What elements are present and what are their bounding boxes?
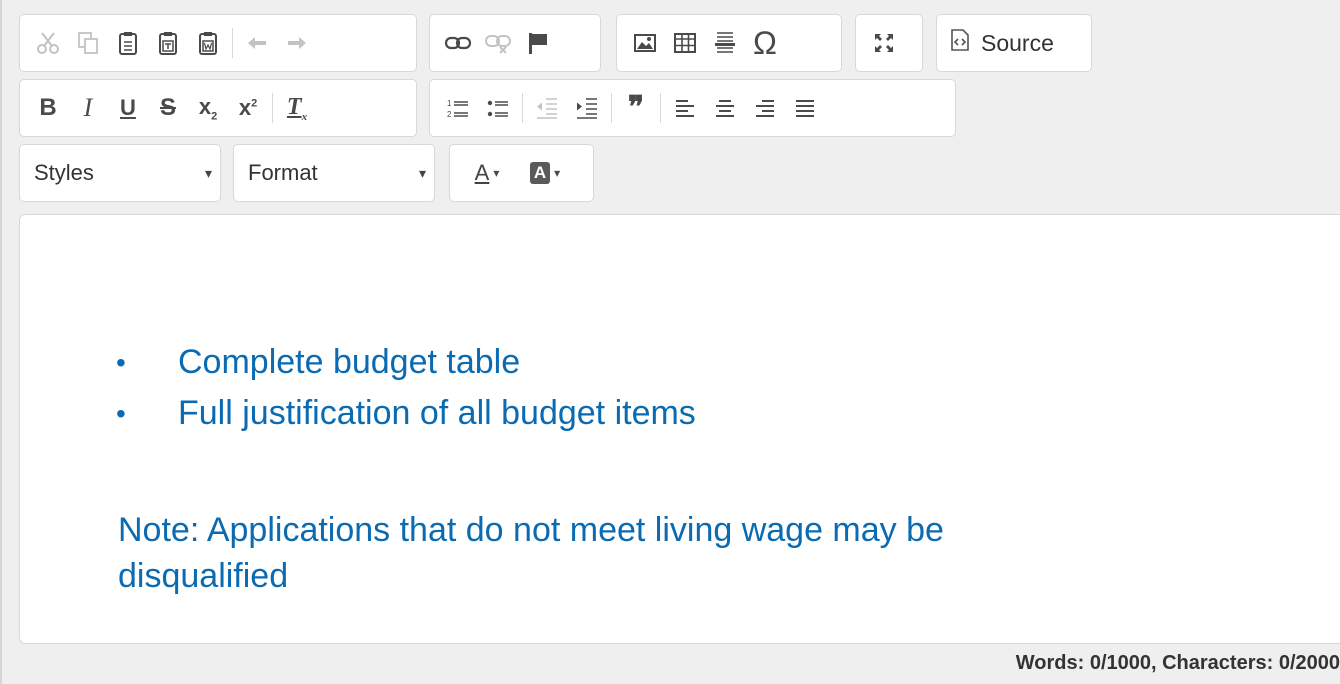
omega-glyph: Ω xyxy=(753,25,777,61)
toolbar-separator xyxy=(232,28,233,58)
editor-content-area[interactable]: • Complete budget table • Full justifica… xyxy=(19,214,1340,644)
format-combo-group: Format ▾ xyxy=(233,144,435,202)
underline-icon[interactable]: U xyxy=(108,86,148,130)
numbered-list-icon[interactable]: 12 xyxy=(438,86,478,130)
insert-toolbar-group: Ω xyxy=(616,14,842,72)
chevron-down-icon: ▾ xyxy=(493,166,500,180)
svg-text:1: 1 xyxy=(447,99,452,108)
list-item: • Complete budget table xyxy=(116,337,696,388)
styles-dropdown[interactable]: Styles ▾ xyxy=(20,151,220,195)
align-center-icon[interactable] xyxy=(705,86,745,130)
source-icon xyxy=(949,28,971,58)
clipboard-toolbar-group xyxy=(19,14,417,72)
chevron-down-icon: ▾ xyxy=(418,164,426,181)
format-dropdown[interactable]: Format ▾ xyxy=(234,151,434,195)
tools-toolbar-group xyxy=(855,14,923,72)
toolbar-separator xyxy=(660,93,661,123)
special-char-icon[interactable]: Ω xyxy=(745,21,785,65)
justify-icon[interactable] xyxy=(785,86,825,130)
decrease-indent-icon[interactable] xyxy=(527,86,567,130)
list-item-text: Complete budget table xyxy=(178,343,521,381)
text-color-button[interactable]: A ▾ xyxy=(458,151,516,195)
budget-bullet-list: • Complete budget table • Full justifica… xyxy=(116,337,696,439)
chevron-down-icon: ▾ xyxy=(554,166,561,180)
svg-text:2: 2 xyxy=(447,110,452,119)
table-icon[interactable] xyxy=(665,21,705,65)
toolbar-separator xyxy=(611,93,612,123)
subscript-icon[interactable]: x2 xyxy=(188,86,228,130)
document-toolbar-group: Source xyxy=(936,14,1092,72)
text-color-icon: A xyxy=(474,160,490,185)
styles-dropdown-label: Styles xyxy=(34,160,94,185)
word-count-status: Words: 0/1000, Characters: 0/2000 xyxy=(1015,652,1340,674)
colors-toolbar-group: A ▾ A ▾ xyxy=(449,144,594,202)
background-color-icon: A xyxy=(529,162,551,184)
paste-icon[interactable] xyxy=(108,21,148,65)
basicstyles-toolbar-group: B I U S x2 x2 Tx xyxy=(19,79,417,137)
chevron-down-icon: ▾ xyxy=(204,164,212,181)
source-button-label: Source xyxy=(981,29,1054,56)
list-item: • Full justification of all budget items xyxy=(116,388,696,439)
copy-icon[interactable] xyxy=(68,21,108,65)
link-icon[interactable] xyxy=(438,21,478,65)
paste-text-icon[interactable] xyxy=(148,21,188,65)
list-item-text: Full justification of all budget items xyxy=(178,394,696,432)
remove-format-icon[interactable]: Tx xyxy=(277,86,317,130)
anchor-icon[interactable] xyxy=(518,21,558,65)
blockquote-glyph: ❞ xyxy=(627,91,645,124)
horizontal-line-icon[interactable] xyxy=(705,21,745,65)
bullet-glyph: • xyxy=(116,398,126,429)
unlink-icon[interactable] xyxy=(478,21,518,65)
scissors-icon[interactable] xyxy=(28,21,68,65)
toolbar-separator xyxy=(522,93,523,123)
paragraph-toolbar-group: 12 ❞ xyxy=(429,79,956,137)
undo-icon[interactable] xyxy=(237,21,277,65)
format-dropdown-label: Format xyxy=(248,160,318,185)
background-color-button[interactable]: A ▾ xyxy=(516,151,574,195)
paste-word-icon[interactable] xyxy=(188,21,228,65)
align-left-icon[interactable] xyxy=(665,86,705,130)
bullet-glyph: • xyxy=(116,347,126,378)
rich-text-editor: Ω Source B I U S x2 x2 Tx 1 2 ❞ Styles ▾… xyxy=(0,0,1340,684)
toolbar-separator xyxy=(272,93,273,123)
strikethrough-icon[interactable]: S xyxy=(148,86,188,130)
bold-icon[interactable]: B xyxy=(28,86,68,130)
source-button[interactable]: Source xyxy=(937,21,1066,65)
italic-icon[interactable]: I xyxy=(68,86,108,130)
redo-icon[interactable] xyxy=(277,21,317,65)
styles-combo-group: Styles ▾ xyxy=(19,144,221,202)
bulleted-list-icon[interactable] xyxy=(478,86,518,130)
align-right-icon[interactable] xyxy=(745,86,785,130)
note-paragraph: Note: Applications that do not meet livi… xyxy=(118,511,944,595)
superscript-icon[interactable]: x2 xyxy=(228,86,268,130)
maximize-icon[interactable] xyxy=(864,21,904,65)
blockquote-icon[interactable]: ❞ xyxy=(616,86,656,130)
image-icon[interactable] xyxy=(625,21,665,65)
increase-indent-icon[interactable] xyxy=(567,86,607,130)
link-toolbar-group xyxy=(429,14,601,72)
